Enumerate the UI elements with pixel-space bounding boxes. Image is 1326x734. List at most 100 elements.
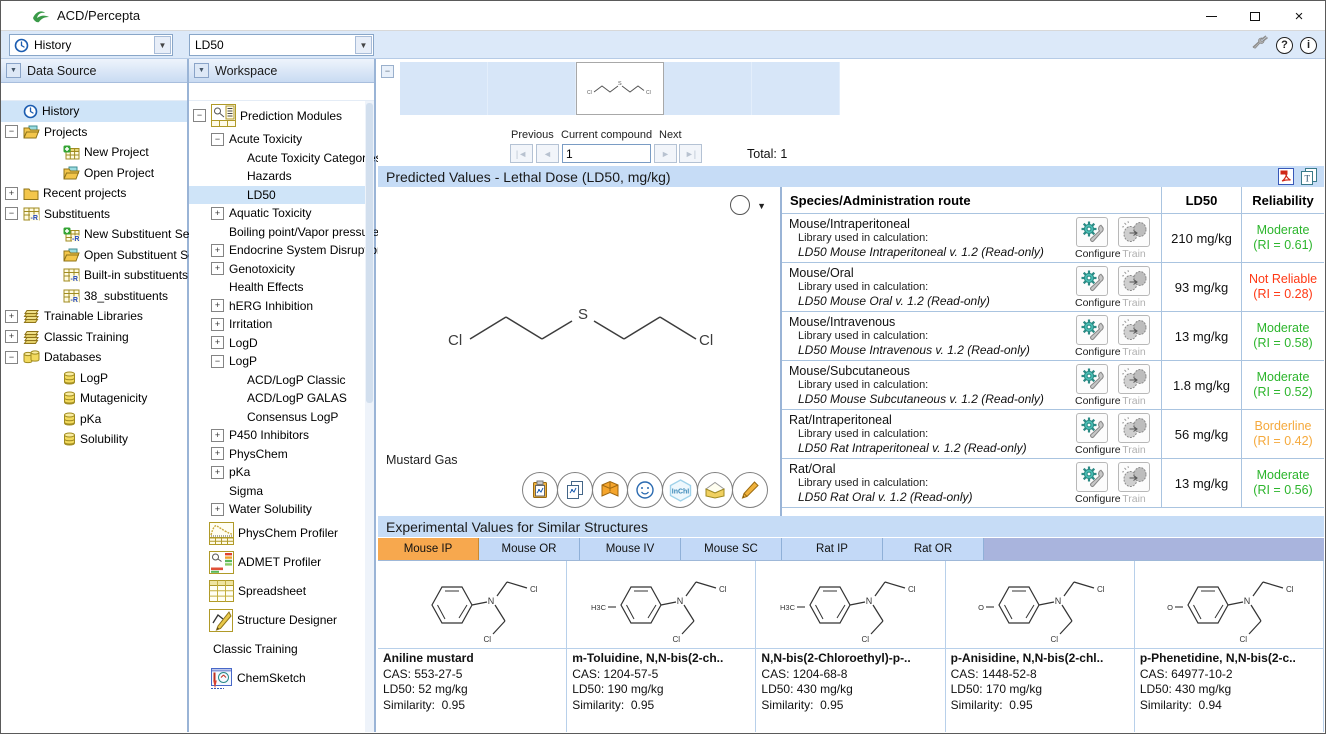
tab-mouse-ip[interactable]: Mouse IP bbox=[378, 538, 479, 560]
workspace-scrollbar[interactable] bbox=[365, 101, 374, 732]
tree-item-substituents[interactable]: −-RSubstituents bbox=[1, 204, 187, 225]
tree-item-logp[interactable]: −LogP bbox=[189, 352, 374, 371]
paste-structure-button[interactable] bbox=[522, 472, 558, 508]
tab-rat-ip[interactable]: Rat IP bbox=[782, 538, 883, 560]
strip-cell[interactable] bbox=[664, 62, 752, 115]
tab-rat-or[interactable]: Rat OR bbox=[883, 538, 984, 560]
tree-item-mutagenicity[interactable]: Mutagenicity bbox=[1, 388, 187, 409]
tree-item-pka[interactable]: pKa bbox=[1, 409, 187, 430]
copy-report-icon[interactable]: T bbox=[1300, 167, 1318, 189]
tab-mouse-sc[interactable]: Mouse SC bbox=[681, 538, 782, 560]
export-structure-button[interactable] bbox=[697, 472, 733, 508]
configure-button[interactable]: Configure bbox=[1075, 413, 1109, 456]
close-button[interactable]: × bbox=[1277, 1, 1321, 31]
tree-item-built-in-substituents[interactable]: -RBuilt-in substituents bbox=[1, 265, 187, 286]
settings-wrench-icon[interactable] bbox=[1251, 35, 1269, 55]
tree-item-acd-logp-classic[interactable]: ACD/LogP Classic bbox=[189, 371, 374, 390]
edit-structure-button[interactable] bbox=[732, 472, 768, 508]
strip-cell[interactable] bbox=[400, 62, 488, 115]
train-button[interactable]: Train bbox=[1117, 315, 1151, 358]
train-button[interactable]: Train bbox=[1117, 364, 1151, 407]
expander-toggle[interactable]: − bbox=[211, 355, 224, 368]
train-button[interactable]: Train bbox=[1117, 266, 1151, 309]
configure-button[interactable]: Configure bbox=[1075, 217, 1109, 260]
help-icon[interactable]: ? bbox=[1276, 37, 1293, 54]
tab-mouse-iv[interactable]: Mouse IV bbox=[580, 538, 681, 560]
tree-item-water-solubility[interactable]: +Water Solubility bbox=[189, 500, 374, 519]
tree-item-p450-inhibitors[interactable]: +P450 Inhibitors bbox=[189, 426, 374, 445]
tree-item-open-project[interactable]: Open Project bbox=[1, 163, 187, 184]
tree-item-solubility[interactable]: Solubility bbox=[1, 429, 187, 450]
tree-item-new-substituent-set[interactable]: -RNew Substituent Set bbox=[1, 224, 187, 245]
dictionary-button[interactable] bbox=[592, 472, 628, 508]
module-dropdown[interactable]: LD50 ▼ bbox=[189, 34, 374, 56]
expander-toggle[interactable]: − bbox=[193, 109, 206, 122]
tree-item-databases[interactable]: −Databases bbox=[1, 347, 187, 368]
tree-item-recent-projects[interactable]: +Recent projects bbox=[1, 183, 187, 204]
tree-item-physchem[interactable]: +PhysChem bbox=[189, 445, 374, 464]
tree-item-open-substituent-set[interactable]: Open Substituent Set bbox=[1, 245, 187, 266]
tree-item-classic-training[interactable]: +Classic Training bbox=[1, 327, 187, 348]
expander-toggle[interactable]: + bbox=[211, 336, 224, 349]
info-icon[interactable]: i bbox=[1300, 37, 1317, 54]
export-pdf-icon[interactable] bbox=[1277, 167, 1295, 189]
workspace-filter-row[interactable] bbox=[189, 83, 374, 101]
expander-toggle[interactable]: + bbox=[5, 330, 18, 343]
train-button[interactable]: Train bbox=[1117, 462, 1151, 505]
chevron-down-icon[interactable]: ▼ bbox=[355, 36, 372, 54]
collapse-strip-button[interactable]: − bbox=[381, 65, 394, 78]
expander-toggle[interactable]: + bbox=[211, 262, 224, 275]
tree-item-trainable-libraries[interactable]: +Trainable Libraries bbox=[1, 306, 187, 327]
expander-toggle[interactable]: + bbox=[211, 429, 224, 442]
tree-item-acute-toxicity[interactable]: −Acute Toxicity bbox=[189, 130, 374, 149]
expander-toggle[interactable]: + bbox=[211, 207, 224, 220]
tree-item-irritation[interactable]: +Irritation bbox=[189, 315, 374, 334]
expander-toggle[interactable]: + bbox=[211, 244, 224, 257]
tree-item-boiling-point-vapor-pressure[interactable]: Boiling point/Vapor pressure bbox=[189, 223, 374, 242]
minimize-button[interactable] bbox=[1189, 1, 1233, 31]
tree-item-aquatic-toxicity[interactable]: +Aquatic Toxicity bbox=[189, 204, 374, 223]
history-dropdown[interactable]: History ▼ bbox=[9, 34, 173, 56]
similar-structure-card-n-n-bis-2-chloroethyl-p[interactable]: N Cl Cl H3CN,N-bis(2-Chloroethyl)-p-..CA… bbox=[756, 561, 945, 732]
tree-item-classic-training[interactable]: Classic Training bbox=[189, 635, 374, 664]
expander-toggle[interactable]: + bbox=[211, 466, 224, 479]
expander-toggle[interactable]: + bbox=[211, 503, 224, 516]
tree-item-history[interactable]: History bbox=[1, 101, 187, 122]
panel-menu-icon[interactable]: ▼ bbox=[6, 63, 21, 78]
strip-cell[interactable] bbox=[488, 62, 576, 115]
expander-toggle[interactable]: + bbox=[211, 299, 224, 312]
expander-toggle[interactable]: − bbox=[211, 133, 224, 146]
similar-structure-card-aniline-mustard[interactable]: N Cl Cl Aniline mustardCAS: 553-27-5LD50… bbox=[378, 561, 567, 732]
tree-item-acd-logp-galas[interactable]: ACD/LogP GALAS bbox=[189, 389, 374, 408]
previous-compound-button[interactable]: ◄ bbox=[536, 144, 559, 163]
train-button[interactable]: Train bbox=[1117, 217, 1151, 260]
display-mode-circle[interactable] bbox=[730, 195, 750, 215]
tree-item-hazards[interactable]: Hazards bbox=[189, 167, 374, 186]
tree-item-genotoxicity[interactable]: +Genotoxicity bbox=[189, 260, 374, 279]
expander-toggle[interactable]: − bbox=[5, 207, 18, 220]
tree-item-health-effects[interactable]: Health Effects bbox=[189, 278, 374, 297]
chevron-down-icon[interactable]: ▼ bbox=[757, 201, 766, 211]
configure-button[interactable]: Configure bbox=[1075, 364, 1109, 407]
tree-item-structure-designer[interactable]: Structure Designer bbox=[189, 606, 374, 635]
expander-toggle[interactable]: + bbox=[5, 187, 18, 200]
tree-item-logp[interactable]: LogP bbox=[1, 368, 187, 389]
similar-structure-card-p-phenetidine-n-n-bis-2-c[interactable]: N Cl Cl Op-Phenetidine, N,N-bis(2-c..CAS… bbox=[1135, 561, 1324, 732]
tree-item-herg-inhibition[interactable]: +hERG Inhibition bbox=[189, 297, 374, 316]
expander-toggle[interactable]: + bbox=[211, 318, 224, 331]
tree-item-new-project[interactable]: New Project bbox=[1, 142, 187, 163]
tree-item-acute-toxicity-categories[interactable]: Acute Toxicity Categories bbox=[189, 149, 374, 168]
tree-item-logd[interactable]: +LogD bbox=[189, 334, 374, 353]
configure-button[interactable]: Configure bbox=[1075, 266, 1109, 309]
tree-item-pka[interactable]: +pKa bbox=[189, 463, 374, 482]
similar-structure-card-m-toluidine-n-n-bis-2-ch[interactable]: N Cl Cl H3Cm-Toluidine, N,N-bis(2-ch..CA… bbox=[567, 561, 756, 732]
copy-structure-button[interactable] bbox=[557, 472, 593, 508]
similar-structure-card-p-anisidine-n-n-bis-2-chl[interactable]: N Cl Cl Op-Anisidine, N,N-bis(2-chl..CAS… bbox=[946, 561, 1135, 732]
tree-item-sigma[interactable]: Sigma bbox=[189, 482, 374, 501]
current-compound-thumbnail[interactable]: Cl S Cl bbox=[576, 62, 664, 115]
expander-toggle[interactable]: + bbox=[211, 447, 224, 460]
configure-button[interactable]: Configure bbox=[1075, 462, 1109, 505]
tree-item-prediction-modules[interactable]: −Prediction Modules bbox=[189, 101, 374, 130]
strip-cell[interactable] bbox=[752, 62, 840, 115]
tab-mouse-or[interactable]: Mouse OR bbox=[479, 538, 580, 560]
